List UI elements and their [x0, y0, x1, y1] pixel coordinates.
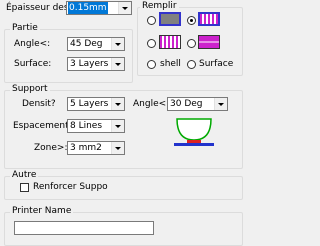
support-angle-diagram-icon — [174, 118, 214, 146]
shell-radio[interactable] — [147, 60, 156, 69]
fill-vertical-lines-icon — [198, 12, 220, 26]
fill-solid-icon — [159, 12, 181, 26]
fill-pattern-4-radio[interactable] — [187, 39, 196, 48]
partie-title: Partie — [10, 23, 40, 34]
support-densite-value: 5 Layers — [70, 99, 109, 109]
support-title: Support — [10, 84, 50, 95]
support-espacement-value: 8 Lines — [70, 121, 103, 131]
printer-title: Printer Name — [10, 206, 74, 217]
fill-pattern-2-radio[interactable] — [187, 16, 196, 25]
support-angle-value: 30 Deg — [170, 99, 203, 109]
epaisseur-select[interactable]: 0.15mm — [66, 1, 132, 15]
chevron-down-icon[interactable] — [111, 120, 124, 132]
support-zone-select[interactable]: 3 mm2 — [67, 141, 125, 155]
partie-surface-select[interactable]: 3 Layers — [67, 57, 125, 71]
renforcer-checkbox[interactable] — [20, 183, 29, 192]
epaisseur-label: Épaisseur des — [6, 3, 69, 13]
support-angle-label: Angle<: — [133, 99, 170, 109]
chevron-down-icon[interactable] — [111, 98, 124, 110]
chevron-down-icon[interactable] — [111, 58, 124, 70]
support-espacement-label: Espacement : — [13, 121, 75, 131]
fill-lines-icon — [159, 35, 181, 49]
support-espacement-select[interactable]: 8 Lines — [67, 119, 125, 133]
support-densite-select[interactable]: 5 Layers — [67, 97, 125, 111]
remplir-title: Remplir — [140, 1, 179, 12]
printer-name-input[interactable] — [14, 221, 154, 235]
chevron-down-icon[interactable] — [111, 142, 124, 154]
chevron-down-icon[interactable] — [118, 2, 131, 14]
partie-surface-value: 3 Layers — [70, 59, 109, 69]
partie-angle-label: Angle<: — [14, 39, 51, 49]
partie-angle-value: 45 Deg — [70, 39, 103, 49]
partie-angle-select[interactable]: 45 Deg — [67, 37, 125, 51]
renforcer-label: Renforcer Suppo — [33, 182, 108, 192]
support-angle-select[interactable]: 30 Deg — [167, 97, 228, 111]
fill-pattern-3-radio[interactable] — [147, 39, 156, 48]
shell-label: shell — [160, 59, 181, 69]
surface-label: Surface — [199, 59, 234, 69]
support-zone-value: 3 mm2 — [70, 143, 102, 153]
chevron-down-icon[interactable] — [111, 38, 124, 50]
surface-radio[interactable] — [187, 60, 196, 69]
epaisseur-value: 0.15mm — [68, 2, 108, 14]
fill-blocks-icon — [198, 35, 220, 49]
chevron-down-icon[interactable] — [214, 98, 227, 110]
fill-pattern-1-radio[interactable] — [147, 16, 156, 25]
support-zone-label: Zone>: — [34, 143, 68, 153]
autre-title: Autre — [10, 170, 39, 181]
partie-surface-label: Surface: — [14, 59, 52, 69]
support-densite-label: Densit? — [22, 99, 56, 109]
